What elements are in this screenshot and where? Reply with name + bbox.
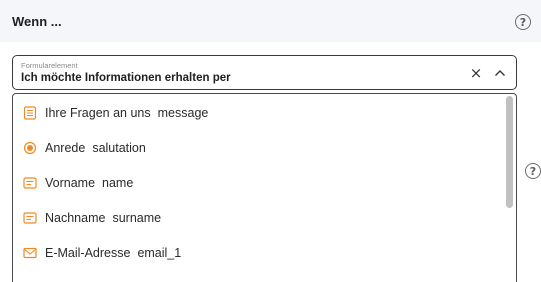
option-key: email_1: [137, 246, 182, 260]
help-icon[interactable]: ?: [515, 14, 531, 30]
scrollbar[interactable]: [506, 96, 515, 282]
list-item[interactable]: Ihre Fragen an uns message: [13, 96, 503, 130]
option-label: Nachname: [45, 211, 106, 225]
list-item[interactable]: Vorname name: [13, 166, 503, 200]
list-item[interactable]: Nachname surname: [13, 201, 503, 235]
chevron-up-icon[interactable]: [493, 66, 507, 80]
help-icon[interactable]: ?: [525, 163, 541, 179]
option-key: message: [157, 106, 209, 120]
form-element-select[interactable]: Formularelement Ich möchte Informationen…: [12, 55, 517, 90]
option-label: E-Mail-Adresse: [45, 246, 131, 260]
dropdown-list: Ihre Fragen an uns message Anrede saluta…: [12, 93, 517, 282]
option-key: surname: [112, 211, 162, 225]
text-field-icon: [23, 177, 37, 189]
option-key: name: [102, 176, 134, 190]
option-label: Vorname: [45, 176, 96, 190]
condition-header: [0, 0, 541, 42]
field-label: Formularelement: [21, 61, 78, 70]
text-field-icon: [23, 212, 37, 224]
list-item[interactable]: Anrede salutation: [13, 131, 503, 165]
radio-icon: [23, 141, 37, 155]
close-icon[interactable]: ×: [468, 64, 484, 82]
field-value: Ich möchte Informationen erhalten per: [21, 72, 231, 84]
option-label: Ihre Fragen an uns: [45, 106, 151, 120]
email-icon: [23, 247, 37, 259]
option-label: Anrede: [45, 141, 86, 155]
scrollbar-thumb[interactable]: [506, 96, 513, 208]
page-title: Wenn ...: [12, 14, 62, 29]
textarea-icon: [23, 106, 37, 120]
list-item[interactable]: E-Mail-Adresse email_1: [13, 236, 503, 270]
option-key: salutation: [92, 141, 146, 155]
